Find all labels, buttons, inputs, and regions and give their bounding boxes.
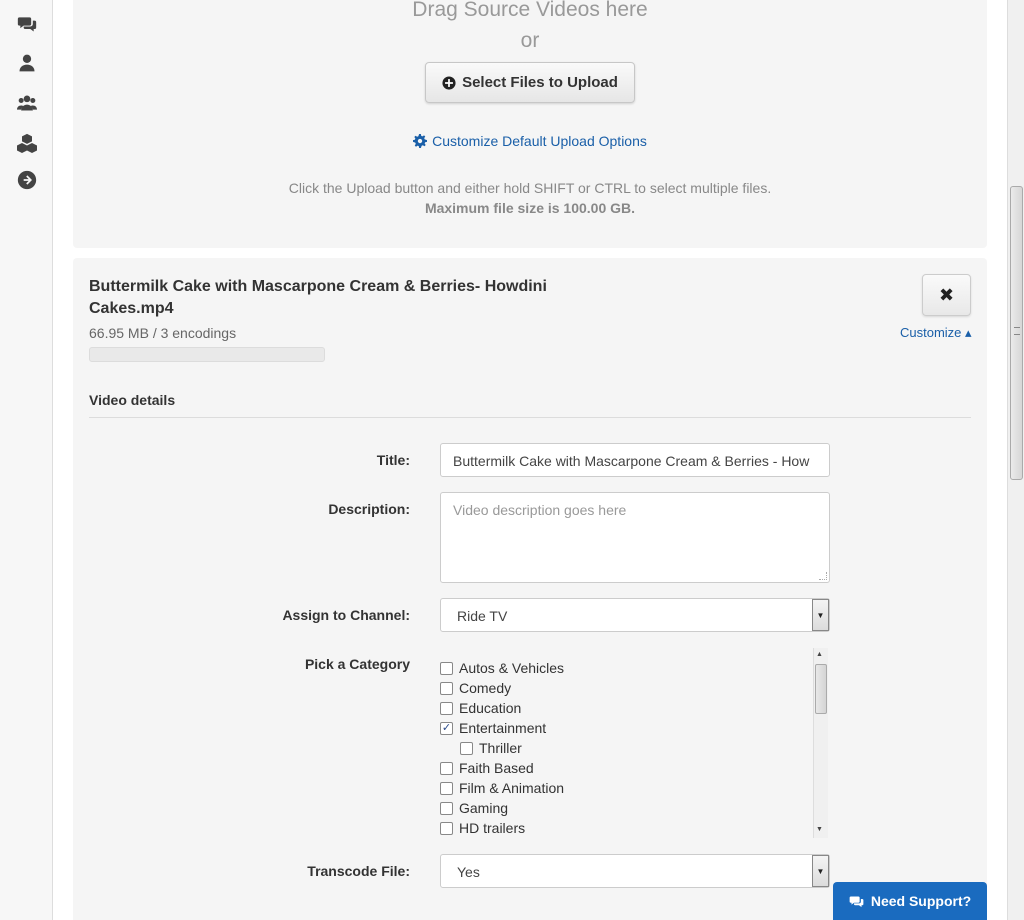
chevron-down-icon[interactable]: ▼ — [812, 855, 829, 887]
category-label-text: Autos & Vehicles — [459, 660, 565, 676]
need-support-button[interactable]: Need Support? — [833, 882, 987, 920]
category-checkbox[interactable] — [440, 821, 453, 835]
category-item[interactable]: Autos & Vehicles — [440, 660, 564, 676]
category-checkbox[interactable] — [440, 781, 453, 795]
section-divider — [89, 417, 971, 418]
category-item[interactable]: HD trailers — [440, 820, 525, 836]
scroll-down-icon[interactable]: ▼ — [816, 826, 823, 833]
drop-title: Drag Source Videos here — [412, 0, 648, 21]
category-label-text: HD trailers — [459, 820, 526, 836]
channel-select[interactable]: Ride TV ▼ — [440, 598, 830, 632]
category-scrollbar[interactable]: ▲ ▼ — [813, 648, 828, 838]
category-label-text: Entertainment — [459, 720, 547, 736]
description-textarea[interactable]: Video description goes here — [440, 492, 830, 583]
category-item[interactable]: Education — [440, 700, 521, 716]
category-item[interactable]: Comedy — [440, 680, 511, 696]
category-item[interactable]: Faith Based — [440, 760, 534, 776]
file-upload-item: Buttermilk Cake with Mascarpone Cream & … — [73, 258, 987, 920]
cubes-icon[interactable] — [15, 131, 39, 155]
select-files-label: Select Files to Upload — [462, 74, 618, 91]
transcode-select-value: Yes — [457, 864, 480, 880]
category-item[interactable]: Film & Animation — [440, 780, 564, 796]
title-label: Title: — [376, 452, 410, 468]
category-checkbox[interactable] — [440, 801, 453, 815]
plus-circle-icon — [442, 75, 456, 90]
gear-icon — [413, 134, 428, 148]
customize-toggle-link[interactable]: Customize ▴ — [900, 325, 972, 341]
category-label-text: Faith Based — [459, 760, 534, 776]
title-input[interactable]: Buttermilk Cake with Mascarpone Cream & … — [440, 443, 830, 477]
chevron-down-icon[interactable]: ▼ — [812, 599, 829, 631]
transcode-label: Transcode File: — [307, 863, 410, 879]
arrow-circle-right-icon[interactable] — [15, 168, 39, 192]
category-checkbox[interactable] — [440, 681, 453, 695]
category-label-text: Film & Animation — [459, 780, 565, 796]
category-checkbox[interactable] — [440, 661, 453, 675]
category-checkbox[interactable] — [440, 761, 453, 775]
page-scrollbar[interactable] — [1007, 0, 1024, 920]
comments-icon — [849, 896, 864, 907]
category-label: Pick a Category — [304, 656, 410, 672]
need-support-label: Need Support? — [870, 893, 972, 909]
category-label-text: Thriller — [479, 740, 522, 756]
description-placeholder: Video description goes here — [453, 502, 627, 518]
page-scroll-thumb[interactable] — [1010, 186, 1023, 480]
description-label: Description: — [328, 501, 410, 517]
drop-or-text: or — [520, 29, 540, 52]
left-sidebar — [0, 0, 53, 920]
users-icon[interactable] — [15, 91, 39, 115]
customize-default-options-link[interactable]: Customize Default Upload Options — [73, 133, 987, 149]
category-checkbox[interactable] — [460, 741, 473, 755]
file-meta: 66.95 MB / 3 encodings — [89, 325, 237, 341]
upload-help-text: Click the Upload button and either hold … — [288, 180, 772, 196]
select-files-button[interactable]: Select Files to Upload — [425, 62, 635, 103]
user-icon[interactable] — [15, 51, 39, 75]
category-checkbox[interactable] — [440, 701, 453, 715]
category-checkbox[interactable]: ✓ — [440, 721, 453, 735]
category-item[interactable]: ✓ Entertainment — [440, 720, 546, 736]
file-name: Buttermilk Cake with Mascarpone Cream & … — [89, 278, 547, 317]
category-item[interactable]: Thriller — [460, 740, 522, 756]
remove-file-button[interactable]: ✖ — [922, 274, 971, 316]
channel-select-value: Ride TV — [457, 608, 508, 624]
channel-label: Assign to Channel: — [282, 607, 410, 623]
category-label-text: Comedy — [459, 680, 512, 696]
category-list: Autos & Vehicles Comedy Education ✓ Entertai… — [440, 648, 830, 838]
category-scroll-thumb[interactable] — [815, 664, 827, 714]
customize-default-options-label: Customize Default Upload Options — [432, 133, 647, 149]
max-file-size-text: Maximum file size is 100.00 GB. — [424, 200, 636, 216]
category-label-text: Gaming — [459, 800, 509, 816]
video-details-heading: Video details — [89, 392, 176, 408]
main-content: Drag Source Videos here or Select Files … — [53, 0, 1007, 920]
upload-drop-zone[interactable]: Drag Source Videos here or Select Files … — [73, 0, 987, 248]
comments-icon[interactable] — [15, 12, 39, 36]
scroll-grip — [1014, 327, 1020, 335]
transcode-select[interactable]: Yes ▼ — [440, 854, 830, 888]
close-icon: ✖ — [938, 284, 955, 305]
category-item[interactable]: Gaming — [440, 800, 508, 816]
category-label-text: Education — [459, 700, 522, 716]
resize-grip[interactable] — [819, 572, 827, 580]
upload-progress-bar — [89, 347, 325, 362]
scroll-up-icon[interactable]: ▲ — [816, 651, 823, 658]
